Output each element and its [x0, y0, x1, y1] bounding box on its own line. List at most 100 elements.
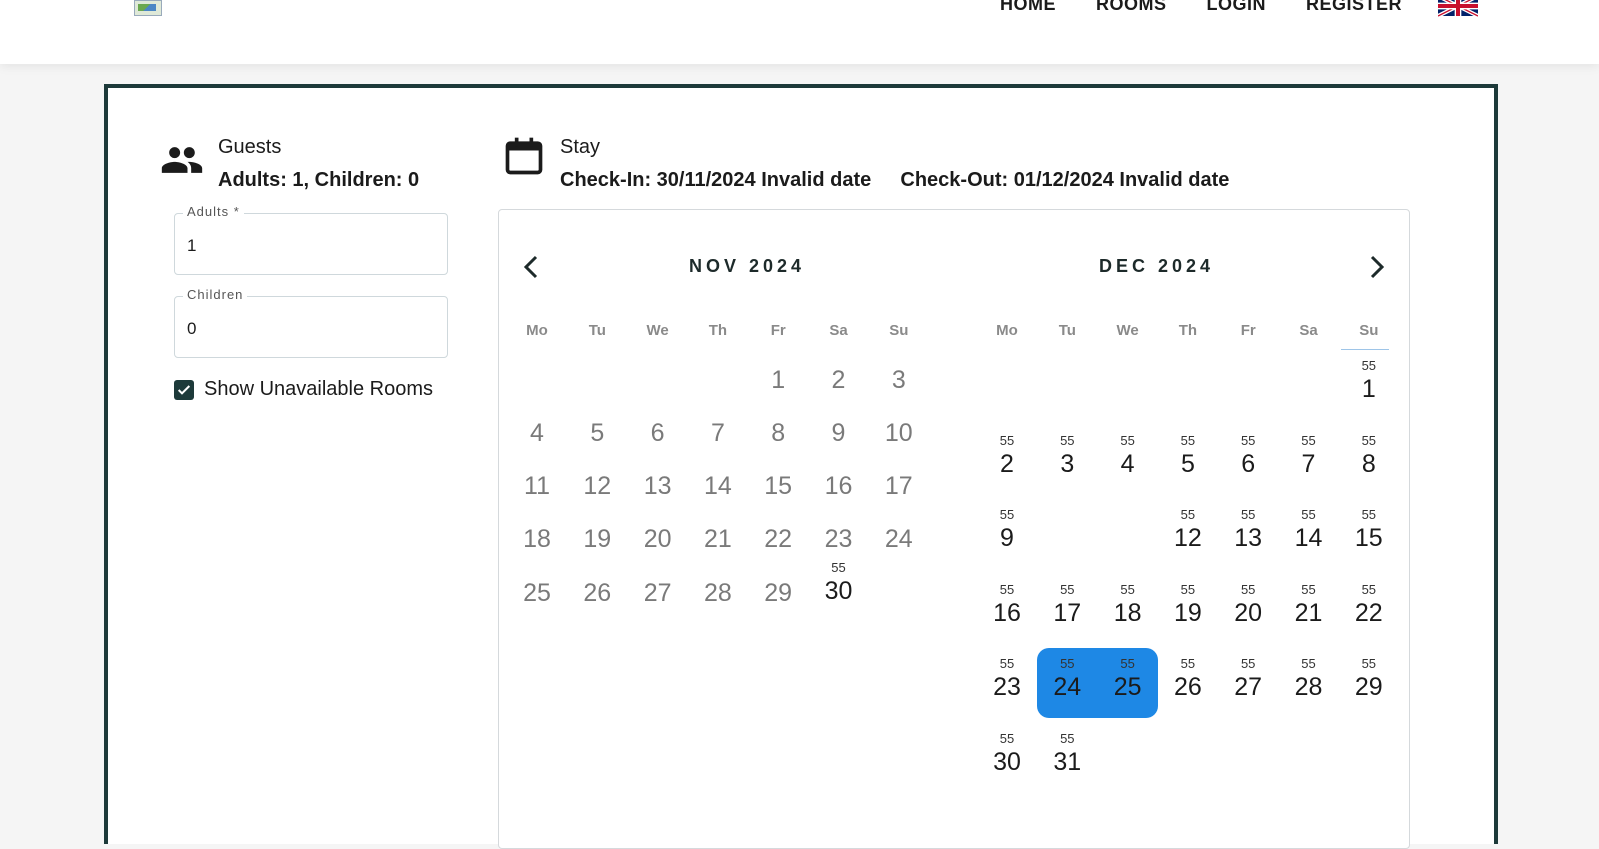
- day-price: 55: [1120, 507, 1135, 522]
- day-price: 55: [1240, 656, 1256, 671]
- day-number: 11: [1114, 524, 1141, 552]
- calendar-day[interactable]: 55 30: [977, 731, 1037, 801]
- weekday-label: Fr: [1240, 322, 1256, 339]
- day-number: 15: [1354, 524, 1383, 552]
- calendar-day[interactable]: 55 27: [1218, 656, 1278, 726]
- children-field[interactable]: Children: [174, 287, 448, 358]
- today-indicator: [1340, 349, 1389, 350]
- day-number: 30: [993, 747, 1021, 776]
- uk-flag-icon[interactable]: [1438, 0, 1478, 20]
- adults-field[interactable]: Adults *: [174, 204, 448, 275]
- chevron-right-icon[interactable]: [1365, 252, 1389, 282]
- nav-login[interactable]: LOGIN: [1207, 0, 1267, 15]
- guests-header: Guests Adults: 1, Children: 0: [160, 132, 419, 192]
- day-price: 55: [1240, 507, 1256, 522]
- day-number: 21: [703, 525, 732, 553]
- calendar-day[interactable]: 55 5: [1158, 433, 1218, 503]
- day-number: 21: [1294, 598, 1323, 627]
- calendar-day[interactable]: 55 24: [1037, 656, 1097, 726]
- nav-home[interactable]: HOME: [1000, 0, 1056, 15]
- day-price: 55: [1361, 432, 1377, 448]
- calendar-day[interactable]: 55 6: [1218, 433, 1278, 503]
- calendar-day[interactable]: 29: [748, 571, 808, 648]
- day-number: 13: [643, 472, 672, 500]
- calendar-day[interactable]: 55 28: [1279, 656, 1339, 726]
- day-number: 28: [703, 579, 732, 607]
- day-number: 25: [1113, 673, 1142, 701]
- calendar-day[interactable]: 55 15: [1339, 507, 1399, 577]
- calendar-day[interactable]: 55 14: [1279, 507, 1339, 577]
- nav-rooms[interactable]: ROOMS: [1096, 0, 1167, 15]
- calendar-day[interactable]: 55 20: [1218, 582, 1278, 652]
- day-price: 55: [1180, 581, 1196, 597]
- people-icon: [161, 147, 203, 173]
- day-number: 27: [1234, 673, 1263, 701]
- children-label: Children: [183, 287, 248, 302]
- calendar-day[interactable]: 55 29: [1339, 656, 1399, 726]
- calendar-day[interactable]: 26: [567, 571, 627, 648]
- calendar-day[interactable]: 55 26: [1158, 656, 1218, 726]
- show-unavailable-label: Show Unavailable Rooms: [204, 378, 434, 400]
- calendar-day[interactable]: 55 16: [977, 582, 1037, 652]
- day-price: 55: [1361, 656, 1377, 671]
- calendar-day[interactable]: 55 11: [1098, 507, 1158, 577]
- weekday-label: Mo: [526, 322, 548, 339]
- month-title-nov: NOV 2024: [689, 256, 806, 276]
- weekday-label: Th: [708, 322, 728, 339]
- day-number: 15: [764, 472, 793, 500]
- day-number: 16: [824, 472, 853, 500]
- main-nav: HOME ROOMS LOGIN REGISTER: [1000, 0, 1442, 15]
- chevron-left-icon[interactable]: [519, 252, 543, 282]
- calendar-day[interactable]: 55 12: [1158, 507, 1218, 577]
- calendar-day[interactable]: 55 30: [809, 560, 869, 630]
- day-number: 2: [1000, 449, 1014, 478]
- calendar-day[interactable]: 55 17: [1037, 582, 1097, 652]
- calendar-day[interactable]: 55 23: [977, 656, 1037, 726]
- day-number: 11: [524, 472, 550, 500]
- calendar-day[interactable]: 55 9: [977, 507, 1037, 577]
- month-title-dec: DEC 2024: [1099, 256, 1215, 276]
- day-number: 24: [884, 525, 913, 553]
- day-number: 17: [1053, 598, 1082, 627]
- weekday-label: Mo: [996, 322, 1018, 339]
- day-price: 55: [1361, 358, 1377, 373]
- weekday-label: Tu: [588, 322, 606, 339]
- nav-register[interactable]: REGISTER: [1306, 0, 1402, 15]
- calendar-day[interactable]: 55 13: [1218, 507, 1278, 577]
- adults-input[interactable]: [187, 236, 427, 256]
- calendar-day[interactable]: 55 3: [1037, 433, 1097, 503]
- day-number: 17: [884, 472, 913, 500]
- stay-title: Stay: [560, 136, 601, 158]
- calendar-day[interactable]: 55 7: [1279, 433, 1339, 503]
- logo-image[interactable]: [134, 0, 162, 16]
- day-number: 18: [523, 525, 551, 553]
- children-input[interactable]: [187, 319, 427, 339]
- show-unavailable-rooms-toggle[interactable]: Show Unavailable Rooms: [174, 378, 433, 401]
- day-number: 14: [1294, 524, 1323, 552]
- calendar-day[interactable]: 24: [869, 517, 929, 594]
- calendar-day[interactable]: 55 10: [1037, 507, 1097, 577]
- calendar-day[interactable]: 55 31: [1037, 731, 1097, 801]
- calendar-day[interactable]: 25: [507, 571, 567, 648]
- day-price: 55: [999, 656, 1015, 671]
- calendar-day[interactable]: 27: [628, 571, 688, 648]
- calendar-day[interactable]: 55 25: [1098, 656, 1158, 726]
- calendar-day[interactable]: 55 18: [1098, 582, 1158, 652]
- calendar-day[interactable]: 55 22: [1339, 582, 1399, 652]
- calendar-day[interactable]: 55 4: [1098, 433, 1158, 503]
- stay-dates: Check-In: 30/11/2024 Invalid date Check-…: [560, 169, 1229, 192]
- weekday-label: We: [1116, 322, 1139, 339]
- day-number: 3: [891, 366, 906, 394]
- calendar-day[interactable]: 55 8: [1339, 433, 1399, 503]
- day-price: 55: [1301, 507, 1316, 522]
- day-number: 18: [1113, 598, 1142, 627]
- calendar-day[interactable]: 28: [688, 571, 748, 648]
- day-number: 31: [1053, 747, 1082, 776]
- show-unavailable-checkbox[interactable]: [174, 379, 194, 400]
- day-number: 22: [764, 525, 793, 553]
- day-price: 55: [1120, 581, 1135, 597]
- calendar-day[interactable]: 55 2: [977, 433, 1037, 503]
- calendar-day[interactable]: 55 1: [1339, 358, 1399, 428]
- calendar-day[interactable]: 55 19: [1158, 582, 1218, 652]
- calendar-day[interactable]: 55 21: [1279, 582, 1339, 652]
